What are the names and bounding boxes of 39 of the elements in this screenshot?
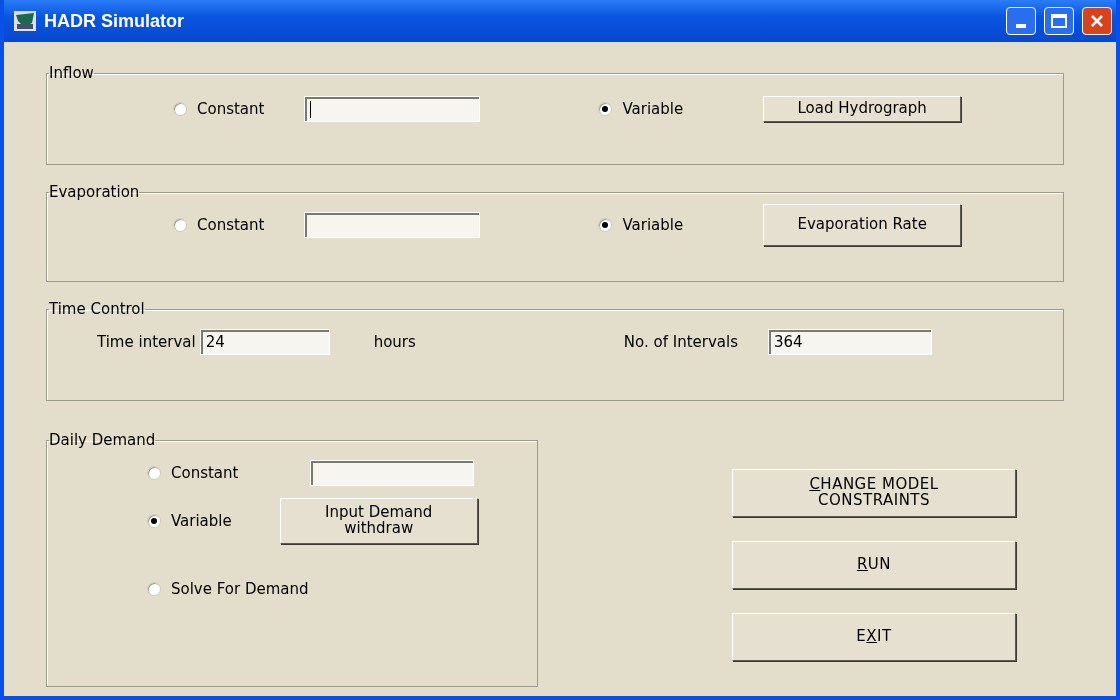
field-label: Time interval bbox=[97, 333, 196, 351]
radio-label: Constant bbox=[171, 464, 239, 482]
text-field[interactable] bbox=[304, 96, 481, 122]
radio-label: Variable bbox=[171, 512, 232, 530]
text-field[interactable]: 24 bbox=[199, 329, 330, 355]
radio-button[interactable]: Variable bbox=[598, 216, 684, 234]
action-button[interactable]: Load Hydrograph bbox=[763, 96, 962, 122]
action-button[interactable]: Evaporation Rate bbox=[763, 204, 962, 246]
radio-button[interactable]: Constant bbox=[173, 100, 265, 118]
unit-label: hours bbox=[373, 333, 416, 351]
radio-button[interactable]: Variable bbox=[147, 512, 232, 530]
group-title: Evaporation bbox=[49, 183, 140, 201]
text-field[interactable]: 364 bbox=[768, 329, 932, 355]
group-title: Daily Demand bbox=[49, 431, 156, 449]
text-field[interactable] bbox=[310, 460, 475, 486]
app-icon bbox=[14, 11, 36, 31]
minimize-button[interactable] bbox=[1006, 7, 1036, 35]
close-button[interactable] bbox=[1082, 7, 1112, 35]
command-button[interactable]: EXIT bbox=[732, 613, 1016, 661]
group-title: Time Control bbox=[49, 300, 145, 318]
text-cursor-icon bbox=[310, 100, 312, 118]
text-field[interactable] bbox=[304, 212, 481, 238]
radio-button[interactable]: Constant bbox=[173, 216, 265, 234]
radio-button[interactable]: Variable bbox=[598, 100, 684, 118]
maximize-button[interactable] bbox=[1044, 7, 1074, 35]
radio-label: Variable bbox=[622, 100, 684, 118]
minimize-icon bbox=[1016, 24, 1026, 28]
radio-label: Constant bbox=[197, 216, 265, 234]
field-label: No. of Intervals bbox=[623, 333, 738, 351]
radio-label: Constant bbox=[197, 100, 265, 118]
radio-button[interactable]: Constant bbox=[147, 464, 239, 482]
maximize-icon bbox=[1050, 13, 1068, 29]
group-title: Inflow bbox=[49, 64, 94, 82]
command-button[interactable]: CHANGE MODEL CONSTRAINTS bbox=[732, 469, 1016, 517]
action-button[interactable]: Input Demand withdraw bbox=[279, 498, 478, 544]
command-button[interactable]: RUN bbox=[732, 541, 1016, 589]
close-icon bbox=[1089, 13, 1105, 29]
window-title: HADR Simulator bbox=[44, 10, 185, 32]
radio-label: Variable bbox=[622, 216, 684, 234]
